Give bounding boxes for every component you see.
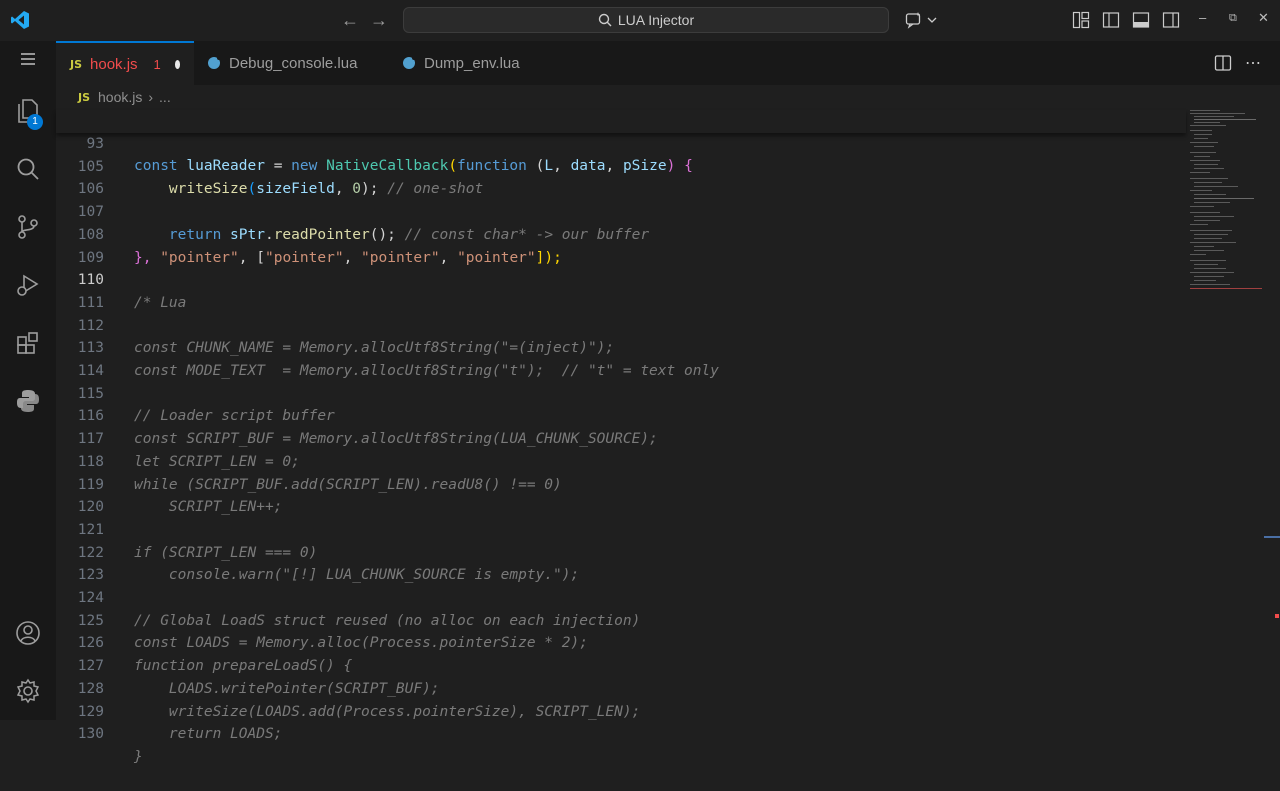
code-line-row[interactable]: 105 writeSize(sizeField, 0); // one-shot [56, 133, 1186, 198]
close-icon[interactable]: ✕ [1258, 10, 1269, 26]
line-number: 93 [86, 135, 104, 152]
tab-label: hook.js [90, 55, 138, 73]
chevron-right-icon: › [148, 89, 154, 105]
restore-icon[interactable]: ⧉ [1229, 12, 1237, 25]
code-line-row[interactable]: 129 return LOADS; [56, 678, 1186, 743]
code-line-row[interactable]: 108 }, "pointer", ["pointer", "pointer",… [56, 201, 1186, 266]
tab-debug-console-lua[interactable]: Debug_console.lua [194, 41, 386, 85]
toggle-secondary-sidebar-icon[interactable] [1162, 11, 1180, 29]
code-line: } [134, 748, 143, 765]
scrollbar-position-marker [1264, 536, 1280, 538]
code-line-row[interactable]: 128 writeSize(LOADS.add(Process.pointerS… [56, 655, 1186, 720]
customize-layout-icon[interactable] [1072, 11, 1090, 29]
breadcrumb: JS hook.js › ... [78, 87, 171, 107]
code-line-row[interactable]: 115 // Loader script buffer [56, 360, 1186, 425]
minimize-icon[interactable]: – [1199, 10, 1206, 25]
tab-label: Debug_console.lua [229, 54, 358, 72]
code-line: const luaReader = new NativeCallback(fun… [134, 158, 693, 175]
run-debug-icon[interactable] [14, 271, 42, 299]
menu-icon[interactable] [18, 49, 38, 69]
activity-bar: 1 [0, 41, 56, 720]
code-line-row[interactable]: 123 [56, 542, 1186, 583]
javascript-file-icon: JS [78, 90, 91, 104]
lua-file-icon [403, 56, 416, 69]
code-line-row[interactable]: 117 let SCRIPT_LEN = 0; [56, 405, 1186, 470]
forward-arrow-icon[interactable]: → [370, 10, 388, 31]
error-marker [1275, 614, 1279, 618]
code-line-row[interactable]: 124 // Global LoadS struct reused (no al… [56, 564, 1186, 629]
command-center-search[interactable]: LUA Injector [403, 7, 889, 33]
javascript-file-icon: JS [70, 57, 83, 71]
minimap[interactable] [1188, 108, 1264, 308]
tab-dump-env-lua[interactable]: Dump_env.lua [389, 41, 549, 85]
tab-label: Dump_env.lua [424, 54, 520, 72]
breadcrumb-symbol[interactable]: ... [159, 89, 171, 105]
editor-tab-bar: JS hook.js 1 Debug_console.lua Dump_env.… [56, 41, 1280, 85]
more-actions-icon[interactable]: ⋯ [1245, 53, 1261, 73]
split-editor-icon[interactable] [1214, 54, 1232, 72]
tab-hook-js[interactable]: JS hook.js 1 [56, 41, 194, 85]
search-icon [598, 13, 612, 27]
settings-gear-icon[interactable] [14, 677, 42, 705]
copilot-chat-icon[interactable] [905, 11, 923, 29]
code-line-row[interactable]: 122 console.warn("[!] LUA_CHUNK_SOURCE i… [56, 519, 1186, 584]
explorer-badge: 1 [27, 114, 43, 130]
code-line-row[interactable]: 111 [56, 269, 1186, 311]
back-arrow-icon[interactable]: ← [341, 10, 359, 31]
breadcrumb-file[interactable]: hook.js [98, 89, 142, 105]
search-icon[interactable] [14, 155, 42, 183]
unsaved-dot-icon[interactable] [174, 59, 180, 69]
vscode-logo-icon[interactable] [10, 10, 30, 30]
code-line-row[interactable]: 116 const SCRIPT_BUF = Memory.allocUtf8S… [56, 383, 1186, 447]
toggle-panel-icon[interactable] [1132, 11, 1150, 29]
code-line-row[interactable]: 126 function prepareLoadS() { [56, 610, 1186, 674]
code-line-row[interactable]: 114 [56, 337, 1186, 379]
code-line-row[interactable]: 121 if (SCRIPT_LEN === 0) [56, 496, 1186, 561]
code-line-row[interactable]: 107 return sPtr.readPointer(); // const … [56, 178, 1186, 243]
code-line-row[interactable]: 110 /* Lua [56, 247, 1186, 311]
code-line: return LOADS; [134, 726, 283, 743]
title-bar: ← → LUA Injector – ⧉ ✕ [0, 0, 1280, 42]
code-line-row[interactable]: 112 const CHUNK_NAME = Memory.allocUtf8S… [56, 292, 1186, 357]
extensions-icon[interactable] [14, 329, 42, 357]
account-icon[interactable] [14, 619, 42, 647]
toggle-primary-sidebar-icon[interactable] [1102, 11, 1120, 29]
code-editor[interactable]: 93 const luaReader = new NativeCallback(… [56, 108, 1280, 765]
source-control-icon[interactable] [14, 213, 42, 241]
command-center-label: LUA Injector [617, 12, 695, 28]
line-number: 130 [77, 726, 104, 743]
code-line-row[interactable]: 120 [56, 474, 1186, 515]
code-line-row[interactable]: 118 while (SCRIPT_BUF.add(SCRIPT_LEN).re… [56, 428, 1186, 493]
code-line-row[interactable]: 127 LOADS.writePointer(SCRIPT_BUF); [56, 632, 1186, 697]
lua-file-icon [208, 56, 221, 69]
code-line-row[interactable]: 109 [56, 224, 1186, 266]
code-line-row[interactable]: 125 const LOADS = Memory.alloc(Process.p… [56, 587, 1186, 652]
code-line-row[interactable]: 119 SCRIPT_LEN++; [56, 451, 1186, 516]
chevron-down-icon[interactable] [926, 11, 938, 29]
python-icon[interactable] [14, 387, 42, 415]
problem-count: 1 [153, 56, 161, 72]
sticky-scroll-line[interactable]: 93 const luaReader = new NativeCallback(… [56, 110, 1186, 174]
code-line-row[interactable]: 113 const MODE_TEXT = Memory.allocUtf8St… [56, 315, 1186, 379]
